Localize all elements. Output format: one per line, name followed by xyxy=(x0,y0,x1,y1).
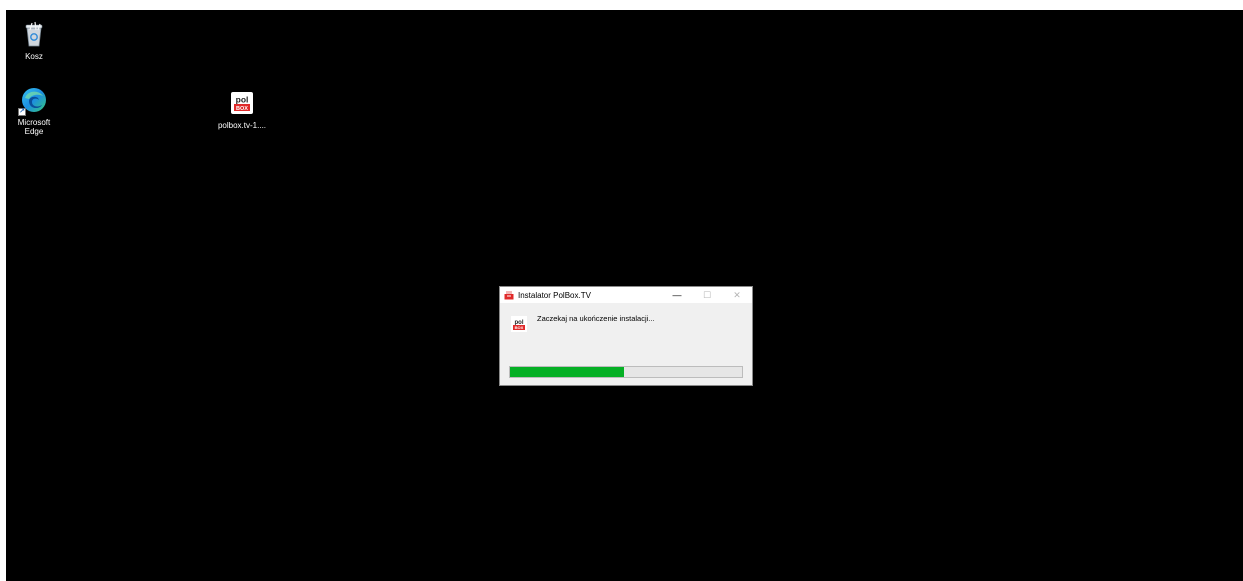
polbox-logo-icon: pol BOX xyxy=(511,316,527,332)
svg-text:BOX: BOX xyxy=(236,106,248,112)
close-button[interactable]: ✕ xyxy=(722,287,752,303)
edge-icon: ↗ xyxy=(18,86,48,116)
status-message: Zaczekaj na ukończenie instalacji... xyxy=(537,314,655,323)
polbox-icon: pol BOX xyxy=(228,89,256,117)
desktop-icon-recycle-bin[interactable]: Kosz xyxy=(6,20,64,61)
desktop-icon-label: polbox.tv-1.... xyxy=(217,121,267,130)
maximize-button[interactable]: ☐ xyxy=(692,287,722,303)
desktop-icon-polbox[interactable]: pol BOX polbox.tv-1.... xyxy=(212,89,272,130)
install-progress-bar xyxy=(509,366,743,378)
desktop: Kosz ↗ Microsoft Edge pol BOX polbox.tv-… xyxy=(6,10,1243,581)
shortcut-arrow-icon: ↗ xyxy=(18,108,26,116)
installer-window: Instalator PolBox.TV — ☐ ✕ pol BOX Zacze… xyxy=(499,286,753,386)
installer-status-row: pol BOX Zaczekaj na ukończenie instalacj… xyxy=(511,314,655,332)
svg-text:pol: pol xyxy=(236,95,249,105)
desktop-icon-edge[interactable]: ↗ Microsoft Edge xyxy=(6,86,64,136)
minimize-button[interactable]: — xyxy=(662,287,692,303)
title-bar[interactable]: Instalator PolBox.TV — ☐ ✕ xyxy=(500,287,752,303)
svg-text:BOX: BOX xyxy=(515,325,524,330)
installer-app-icon xyxy=(504,291,514,300)
progress-fill xyxy=(510,367,624,377)
window-title: Instalator PolBox.TV xyxy=(518,290,591,300)
recycle-bin-icon xyxy=(20,20,48,48)
desktop-icon-label: Microsoft Edge xyxy=(17,118,51,136)
desktop-icon-label: Kosz xyxy=(25,52,43,61)
